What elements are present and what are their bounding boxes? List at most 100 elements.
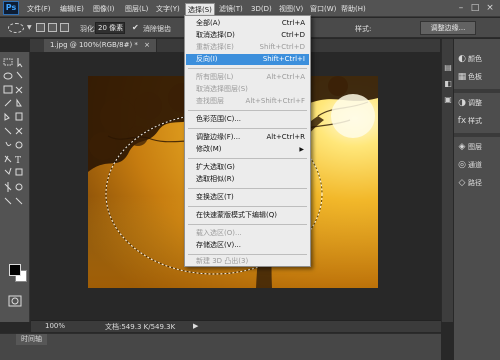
styles-icon: fx	[457, 116, 467, 126]
refine-edge-button[interactable]: 调整边缘...	[420, 21, 476, 35]
eraser-tool[interactable]	[4, 116, 15, 127]
feather-input[interactable]: 20 像素	[95, 22, 125, 34]
menu-separator	[188, 224, 307, 225]
document-tab[interactable]: 1.jpg @ 100%(RGB/8#) * ×	[44, 39, 158, 52]
menu-modify[interactable]: 修改(M) ▶	[186, 144, 309, 155]
quick-mask-icon[interactable]	[0, 292, 30, 312]
menu-refine-edge[interactable]: 调整边缘(F)... Alt+Ctrl+R	[186, 132, 309, 143]
properties-icon[interactable]: ◧	[443, 79, 453, 89]
add-selection-icon[interactable]	[48, 23, 57, 32]
menu-reselect: 重新选择(E) Shift+Ctrl+D	[196, 43, 305, 51]
crop-tool[interactable]	[4, 88, 15, 99]
menu-separator	[188, 68, 307, 69]
timeline-panel: 时间轴	[0, 333, 441, 360]
menu-type[interactable]: 文字(Y)	[156, 4, 180, 15]
panel-adjustments[interactable]: ◑ 调整	[456, 95, 500, 111]
menu-separator	[188, 206, 307, 207]
menu-transform-selection[interactable]: 变换选区(T)	[186, 192, 309, 203]
panel-layers[interactable]: ◈ 图层	[456, 139, 500, 155]
antialias-checkbox[interactable]: ✔	[132, 23, 139, 32]
elliptical-marquee-icon[interactable]	[8, 23, 24, 33]
tools-panel: T	[0, 52, 30, 322]
minimize-icon[interactable]: –	[455, 3, 467, 14]
stamp-tool[interactable]	[16, 102, 27, 113]
menu-filter[interactable]: 滤镜(T)	[219, 4, 243, 15]
color-icon: ◐	[458, 54, 466, 64]
menu-view[interactable]: 视图(V)	[279, 4, 303, 15]
zoom-level[interactable]: 100%	[45, 322, 65, 330]
history-icon[interactable]: ▤	[443, 63, 453, 73]
panel-swatches[interactable]: ▦ 色板	[456, 69, 500, 85]
menu-separator	[188, 254, 307, 255]
document-tab-label: 1.jpg @ 100%(RGB/8#) *	[50, 41, 138, 49]
menu-window[interactable]: 窗口(W)	[310, 4, 336, 15]
menu-inverse[interactable]: 反向(I) Shift+Ctrl+I	[186, 54, 309, 65]
foreground-color-swatch[interactable]	[9, 264, 21, 276]
menu-separator	[188, 158, 307, 159]
select-menu-dropdown: 全部(A) Ctrl+A 取消选择(D) Ctrl+D 重新选择(E) Shift+C…	[184, 15, 311, 267]
hand-tool[interactable]	[4, 186, 15, 197]
photoshop-logo: Ps	[3, 1, 19, 15]
gradient-tool[interactable]	[16, 116, 27, 127]
close-icon[interactable]: ×	[484, 3, 496, 14]
adjustments-icon: ◑	[458, 98, 466, 108]
menu-file[interactable]: 文件(F)	[27, 4, 51, 15]
panel-styles[interactable]: fx 样式	[456, 113, 500, 129]
panel-color[interactable]: ◐ 颜色	[456, 51, 500, 67]
info-icon[interactable]: ▣	[443, 95, 453, 105]
layers-icon: ◈	[458, 142, 466, 152]
channels-icon: ◎	[458, 160, 466, 170]
marquee-tool[interactable]	[4, 60, 15, 71]
menu-separator	[188, 188, 307, 189]
menu-find-layers: 查找图层 Alt+Shift+Ctrl+F	[196, 97, 305, 105]
menu-deselect-layers: 取消选择图层(S)	[196, 85, 248, 93]
menu-new-3d-extrusion: 新建 3D 凸出(3)	[196, 257, 249, 265]
menu-quick-mask[interactable]: 在快速蒙版模式下编辑(Q)	[186, 210, 309, 221]
menu-select-all[interactable]: 全部(A) Ctrl+A	[186, 18, 309, 29]
menu-all-layers: 所有图层(L) Alt+Ctrl+A	[196, 73, 305, 81]
panel-channels[interactable]: ◎ 通道	[456, 157, 500, 173]
menu-3d[interactable]: 3D(D)	[251, 4, 272, 15]
brush-tool[interactable]	[4, 102, 15, 113]
eyedropper-tool[interactable]	[16, 88, 27, 99]
panel-icon-strip: ▤ ◧ ▣	[441, 39, 453, 322]
pen-tool[interactable]	[4, 144, 15, 155]
right-panels: ◐ 颜色 ▦ 色板 ◑ 调整 fx 样式 ◈ 图层 ◎ 通道 ◇ 路径	[454, 39, 500, 360]
status-bar: 100% 文档:549.3 K/549.3K ▶	[31, 320, 441, 332]
style-label: 样式:	[355, 25, 372, 33]
move-tool[interactable]	[16, 60, 27, 71]
subtract-selection-icon[interactable]	[60, 23, 69, 32]
magic-wand-tool[interactable]	[16, 74, 27, 85]
menu-similar[interactable]: 选取相似(R)	[186, 174, 309, 185]
menu-load-selection: 载入选区(O)...	[196, 229, 242, 237]
swatches-icon: ▦	[457, 72, 467, 82]
submenu-arrow-icon: ▶	[299, 146, 304, 153]
panel-divider	[454, 133, 500, 137]
menu-color-range[interactable]: 色彩范围(C)...	[186, 114, 309, 125]
panel-divider	[454, 89, 500, 93]
menu-save-selection[interactable]: 存储选区(V)...	[186, 240, 309, 251]
zoom-tool[interactable]	[16, 186, 27, 197]
tab-close-icon[interactable]: ×	[144, 41, 150, 49]
panel-paths[interactable]: ◇ 路径	[456, 175, 500, 191]
menu-deselect[interactable]: 取消选择(D) Ctrl+D	[186, 30, 309, 41]
type-tool[interactable]	[16, 158, 27, 169]
menu-separator	[188, 128, 307, 129]
antialias-label: 消除锯齿	[143, 25, 171, 33]
lasso-tool[interactable]	[4, 74, 15, 85]
menu-separator	[188, 110, 307, 111]
paths-icon: ◇	[458, 178, 466, 188]
menu-grow[interactable]: 扩大选取(G)	[186, 162, 309, 173]
chevron-down-icon[interactable]: ▼	[27, 24, 32, 31]
menu-layer[interactable]: 图层(L)	[125, 4, 148, 15]
status-menu-arrow-icon[interactable]: ▶	[193, 322, 198, 330]
menu-edit[interactable]: 编辑(E)	[60, 4, 84, 15]
new-selection-icon[interactable]	[36, 23, 45, 32]
tool-icons: T	[3, 58, 23, 205]
timeline-tab[interactable]: 时间轴	[16, 334, 47, 345]
menu-help[interactable]: 帮助(H)	[341, 4, 366, 15]
menu-image[interactable]: 图像(I)	[93, 4, 115, 15]
maximize-icon[interactable]: □	[469, 3, 481, 14]
feather-label: 羽化:	[80, 25, 97, 33]
document-size: 文档:549.3 K/549.3K	[105, 323, 176, 331]
